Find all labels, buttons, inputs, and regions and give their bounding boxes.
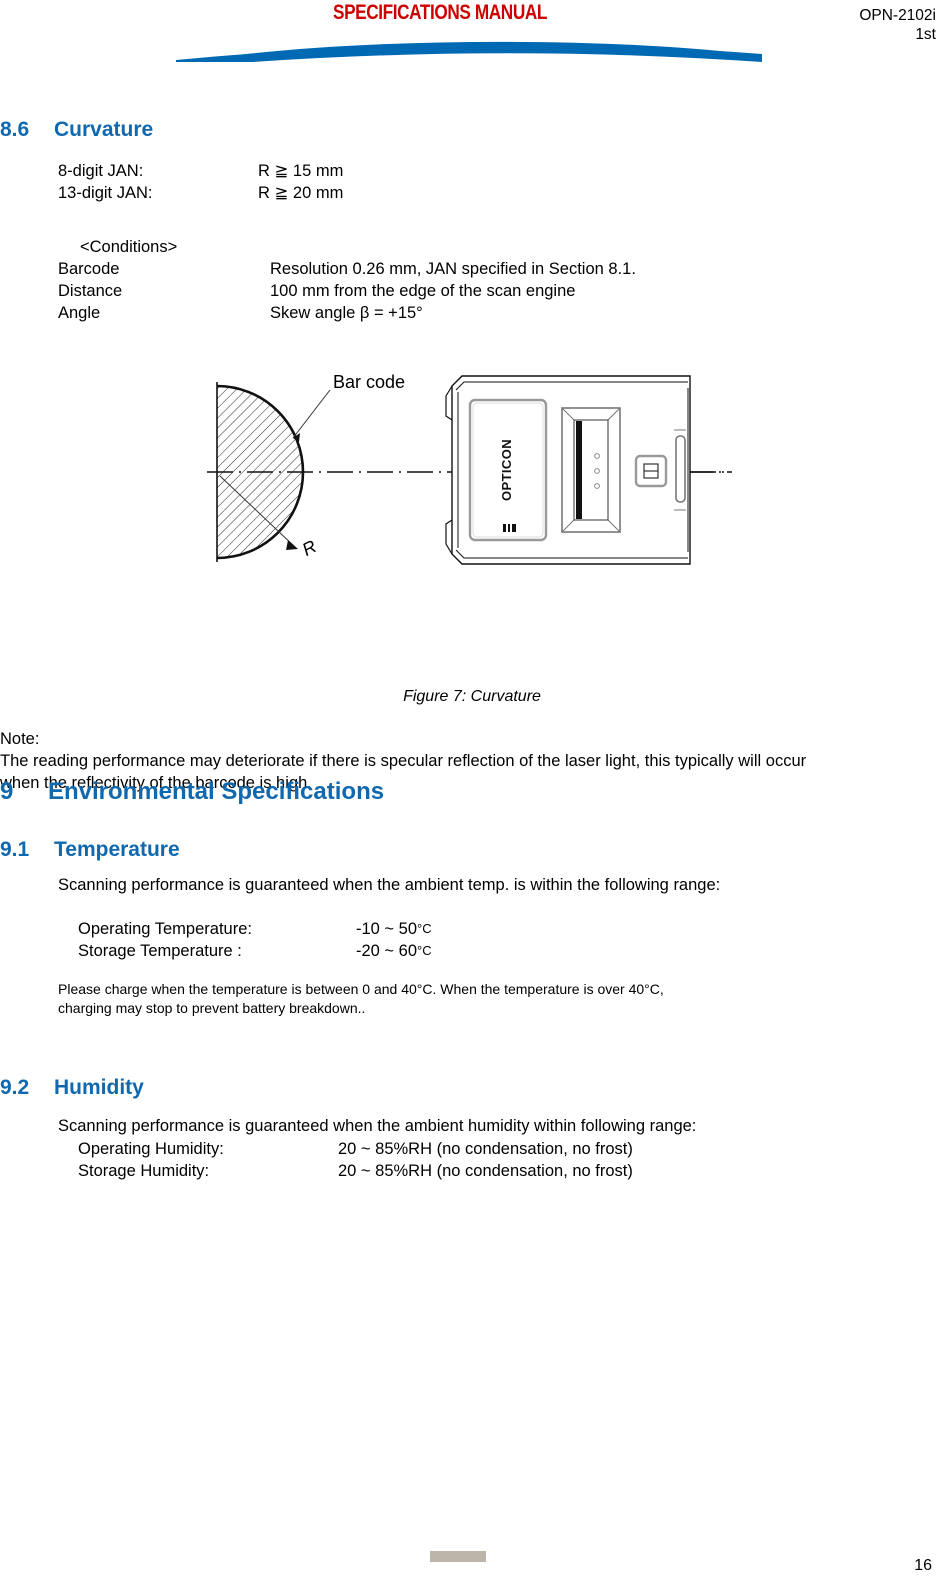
manual-title: SPECIFICATIONS MANUAL bbox=[333, 1, 547, 24]
section-9-1-heading: 9.1 Temperature bbox=[0, 838, 944, 862]
condition-value: Skew angle β = +15° bbox=[270, 304, 423, 322]
charging-note-line-1: Please charge when the temperature is be… bbox=[58, 981, 664, 997]
note-line-1: The reading performance may deteriorate … bbox=[0, 752, 807, 770]
spec-row: 13-digit JAN: R ≧ 20 mm bbox=[58, 182, 858, 204]
figure-barcode-label: Bar code bbox=[333, 372, 406, 392]
condition-row: Angle Skew angle β = +15° bbox=[58, 302, 918, 324]
model-number: OPN-2102i bbox=[859, 7, 936, 24]
temperature-value: -10 ~ 50 bbox=[356, 920, 418, 938]
condition-value: 100 mm from the edge of the scan engine bbox=[270, 282, 576, 300]
condition-row: Distance 100 mm from the edge of the sca… bbox=[58, 280, 918, 302]
humidity-range-list: Operating Humidity: 20 ~ 85%RH (no conde… bbox=[78, 1138, 878, 1182]
scanner-device-illustration: OPTICON bbox=[445, 375, 691, 565]
page-footer: 16 bbox=[0, 1527, 944, 1587]
spec-value: R ≧ 15 mm bbox=[258, 162, 344, 180]
section-9-number: 9 bbox=[0, 778, 14, 805]
curvature-spec-list: 8-digit JAN: R ≧ 15 mm 13-digit JAN: R ≧… bbox=[58, 160, 858, 204]
conditions-title: <Conditions> bbox=[80, 238, 178, 256]
figure-caption: Figure 7: Curvature bbox=[403, 688, 541, 705]
temperature-intro: Scanning performance is guaranteed when … bbox=[58, 876, 721, 894]
temperature-unit: °C bbox=[417, 943, 432, 958]
section-8-6-heading: 8.6 Curvature bbox=[0, 118, 944, 142]
condition-row: Barcode Resolution 0.26 mm, JAN specifie… bbox=[58, 258, 918, 280]
section-9-2-heading: 9.2 Humidity bbox=[0, 1076, 944, 1100]
charging-note-block: Please charge when the temperature is be… bbox=[58, 980, 928, 1018]
temperature-unit: °C bbox=[417, 921, 432, 936]
charging-note-line-2: charging may stop to prevent battery bre… bbox=[58, 1000, 366, 1016]
strap-slot bbox=[674, 429, 686, 511]
scan-button bbox=[634, 454, 668, 488]
section-8-6-number: 8.6 bbox=[0, 118, 30, 141]
temperature-row: Storage Temperature : -20 ~ 60 °C bbox=[78, 940, 878, 962]
humidity-row: Operating Humidity: 20 ~ 85%RH (no conde… bbox=[78, 1138, 878, 1160]
note-label: Note: bbox=[0, 730, 40, 748]
section-9-title: Environmental Specifications bbox=[48, 778, 385, 805]
condition-label: Barcode bbox=[58, 260, 120, 278]
section-9-heading: 9 Environmental Specifications bbox=[0, 778, 944, 806]
temperature-row: Operating Temperature: -10 ~ 50 °C bbox=[78, 918, 878, 940]
spec-row: 8-digit JAN: R ≧ 15 mm bbox=[58, 160, 858, 182]
section-9-2-number: 9.2 bbox=[0, 1076, 30, 1099]
condition-label: Angle bbox=[58, 304, 101, 322]
footer-accent-bar bbox=[430, 1551, 486, 1562]
condition-value: Resolution 0.26 mm, JAN specified in Sec… bbox=[270, 260, 636, 278]
device-brand-label: OPTICON bbox=[499, 439, 514, 501]
temperature-label: Storage Temperature : bbox=[78, 942, 242, 960]
humidity-value: 20 ~ 85%RH (no condensation, no frost) bbox=[338, 1162, 633, 1180]
humidity-label: Storage Humidity: bbox=[78, 1162, 210, 1180]
condition-label: Distance bbox=[58, 282, 123, 300]
barcode-leader-line bbox=[292, 389, 331, 442]
humidity-row: Storage Humidity: 20 ~ 85%RH (no condens… bbox=[78, 1160, 878, 1182]
spec-value: R ≧ 20 mm bbox=[258, 184, 344, 202]
header-swoosh-decoration bbox=[0, 26, 944, 68]
brand-logo-bars bbox=[503, 524, 516, 532]
curvature-conditions-block: <Conditions> Barcode Resolution 0.26 mm,… bbox=[58, 236, 918, 324]
figure-curvature-diagram: OPTICON Bar code R bbox=[0, 368, 944, 608]
section-8-6-title: Curvature bbox=[54, 118, 154, 141]
humidity-label: Operating Humidity: bbox=[78, 1140, 224, 1158]
page-number: 16 bbox=[914, 1557, 932, 1574]
section-9-1-number: 9.1 bbox=[0, 838, 30, 861]
page-header: SPECIFICATIONS MANUAL OPN-2102i 1st bbox=[0, 0, 944, 78]
section-9-1-title: Temperature bbox=[54, 838, 180, 861]
humidity-intro: Scanning performance is guaranteed when … bbox=[58, 1117, 697, 1135]
spec-label: 8-digit JAN: bbox=[58, 162, 144, 180]
temperature-range-list: Operating Temperature: -10 ~ 50 °C Stora… bbox=[78, 918, 878, 962]
temperature-label: Operating Temperature: bbox=[78, 920, 252, 938]
spec-label: 13-digit JAN: bbox=[58, 184, 153, 202]
temperature-value: -20 ~ 60 bbox=[356, 942, 418, 960]
humidity-value: 20 ~ 85%RH (no condensation, no frost) bbox=[338, 1140, 633, 1158]
section-9-2-title: Humidity bbox=[54, 1076, 144, 1099]
